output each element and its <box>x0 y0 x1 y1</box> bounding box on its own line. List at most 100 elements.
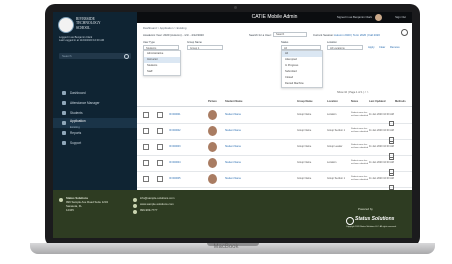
sidebar-item-label: Reports <box>70 131 82 135</box>
note: Student name has not been submitted <box>351 128 369 133</box>
column-header[interactable]: Methods <box>395 98 406 106</box>
clear-button[interactable]: Clear <box>379 46 385 49</box>
student-id[interactable]: ID 000004 <box>169 155 181 171</box>
dropdown-option[interactable]: Staff <box>144 69 180 75</box>
group-name-label: Group Name <box>187 41 202 44</box>
column-header[interactable]: Picture <box>208 98 217 106</box>
footer-address: 999 Sample Ave Road Suite 1234 Sarasota,… <box>66 200 108 212</box>
location: Group Leader <box>327 145 343 148</box>
note: Student name has not been submitted <box>351 144 369 149</box>
student-id[interactable]: ID 000001 <box>169 107 181 123</box>
login-info: Logged in as Benjamin Clark Last Logged … <box>59 36 105 43</box>
powered-by: Powered by <box>358 207 373 211</box>
sidebar-item-students[interactable]: Students <box>53 108 137 118</box>
table-row[interactable]: ID 000002 Student Name Group Name Group Sec… <box>137 123 412 160</box>
footer-brand[interactable]: Status Solutions <box>355 216 394 222</box>
top-bar: CATIE Mobile Admin Signed in as Benjamin… <box>137 12 412 23</box>
dashboard-icon <box>62 91 66 95</box>
sidebar-item-application[interactable]: Application Existing <box>53 118 137 129</box>
sidebar-item-label: Attendance Manager <box>70 101 100 105</box>
column-header[interactable]: Student Name <box>225 98 242 106</box>
row-select-checkbox[interactable] <box>157 176 163 182</box>
row-checkbox[interactable] <box>143 128 149 134</box>
row-methods <box>389 161 399 192</box>
sidebar-nav: Dashboard Attendance Manager Students Ap… <box>53 88 137 148</box>
note: Student name has not been submitted <box>351 112 369 117</box>
status-label: Status <box>281 41 289 44</box>
signed-in-user: Signed in as Benjamin Clark <box>336 15 372 19</box>
dropdown-option[interactable]: Denied Machine <box>282 81 322 87</box>
row-select-checkbox[interactable] <box>157 144 163 150</box>
row-select-checkbox[interactable] <box>157 112 163 118</box>
search-icon[interactable] <box>124 54 129 59</box>
main-content: Dashboard > Application > Existing Acade… <box>137 23 412 224</box>
column-header[interactable]: Location <box>327 98 338 106</box>
footer: Status Solutions 999 Sample Ave Road Sui… <box>53 190 412 238</box>
remove-button[interactable]: Remove <box>390 46 400 49</box>
sidebar-search-input[interactable]: Search <box>59 53 131 59</box>
web-icon <box>133 204 137 208</box>
location: Group Section 1 <box>327 129 346 132</box>
sidebar-item-label: Dashboard <box>70 91 86 95</box>
student-name[interactable]: Student Name <box>225 107 241 123</box>
row-select-checkbox[interactable] <box>157 160 163 166</box>
table-header: Picture Student Name Group Name Location… <box>137 98 412 107</box>
student-id[interactable]: ID 000005 <box>169 171 181 187</box>
apply-button[interactable]: Apply <box>368 46 375 49</box>
pagination[interactable]: Show 10 | Page 1 of 1 | < > <box>337 91 368 94</box>
students-icon <box>62 111 66 115</box>
location-label: Location <box>327 41 337 44</box>
search-user-label: Search for a User: <box>249 33 272 37</box>
column-header[interactable]: Last Updated <box>369 98 385 106</box>
row-checkbox[interactable] <box>143 176 149 182</box>
location: Location <box>327 113 337 116</box>
row-methods <box>389 129 399 160</box>
location-pin-icon <box>59 198 63 202</box>
student-name[interactable]: Student Name <box>225 155 241 171</box>
footer-website[interactable]: www.sample-solutions.com <box>140 202 174 207</box>
student-name[interactable]: Student Name <box>225 171 241 187</box>
status-dropdown: All Attempted In Progress Submitted Clos… <box>281 50 323 88</box>
avatar[interactable] <box>375 14 382 21</box>
group-name-select[interactable]: Group 1 <box>187 45 223 50</box>
group-name: Group Name <box>297 177 312 180</box>
gear-icon[interactable] <box>401 29 408 36</box>
table-row[interactable]: ID 000001 Student Name Group Name Location S… <box>137 107 412 144</box>
sidebar: RIVERSIDE TECHNOLOGY SCHOOL Logged in as… <box>53 12 137 190</box>
sidebar-search-placeholder: Search <box>62 54 72 58</box>
current-session-label: Current Session: <box>313 33 334 37</box>
footer-email[interactable]: info@sample-solutions.com <box>140 196 174 201</box>
column-header[interactable]: Notes <box>351 98 358 106</box>
sidebar-item-attendance[interactable]: Attendance Manager <box>53 98 137 108</box>
student-name[interactable]: Student Name <box>225 123 241 139</box>
row-methods <box>389 113 399 144</box>
column-header[interactable]: Group Name <box>297 98 313 106</box>
row-checkbox[interactable] <box>143 160 149 166</box>
group-name: Group Name <box>297 145 312 148</box>
school-logo-icon <box>58 17 74 33</box>
location: Location <box>327 161 337 164</box>
location-select[interactable]: All Locations <box>327 45 363 50</box>
table-row[interactable]: ID 000003 Student Name Group Name Group Lea… <box>137 139 412 176</box>
table-row[interactable]: ID 000004 Student Name Group Name Location S… <box>137 155 412 192</box>
student-photo <box>208 174 217 184</box>
row-select-checkbox[interactable] <box>157 128 163 134</box>
row-checkbox[interactable] <box>143 144 149 150</box>
student-photo <box>208 126 217 136</box>
row-checkbox[interactable] <box>143 112 149 118</box>
reports-icon <box>62 131 66 135</box>
student-id[interactable]: ID 000003 <box>169 139 181 155</box>
student-name[interactable]: Student Name <box>225 139 241 155</box>
search-user-input[interactable]: Search <box>273 32 307 37</box>
sidebar-item-reports[interactable]: Reports <box>53 128 137 138</box>
sidebar-item-support[interactable]: Support <box>53 138 137 148</box>
sidebar-item-label: Students <box>70 111 83 115</box>
school-name: RIVERSIDE TECHNOLOGY SCHOOL <box>76 17 101 30</box>
table-row[interactable]: ID 000005 Student Name Group Name Group Sec… <box>137 171 412 208</box>
attendance-icon <box>62 101 66 105</box>
current-session-value[interactable]: Autumn 2020 | Term 2020 | Fall 2020 <box>334 33 380 37</box>
student-id[interactable]: ID 000002 <box>169 123 181 139</box>
sign-out-link[interactable]: Sign Out <box>395 12 406 23</box>
student-photo <box>208 158 217 168</box>
sidebar-item-dashboard[interactable]: Dashboard <box>53 88 137 98</box>
